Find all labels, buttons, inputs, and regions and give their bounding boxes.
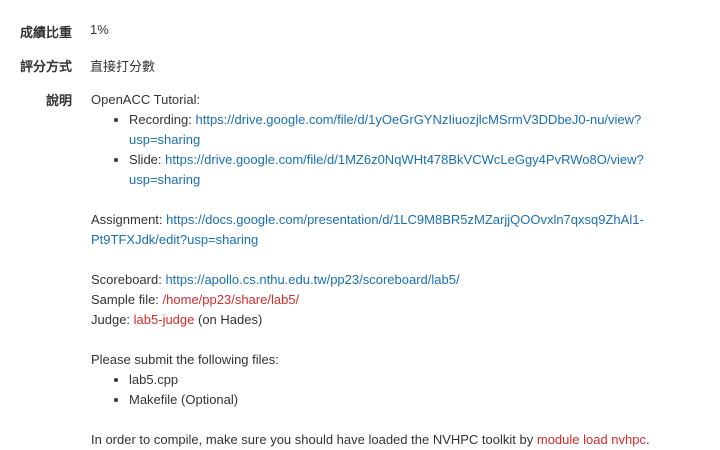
judge-command: lab5-judge [133,312,195,327]
slide-link-line2: usp=sharing [129,172,201,187]
recording-item: Recording: https://drive.google.com/file… [129,110,711,150]
judge-suffix: (on Hades) [194,312,263,327]
assignment-link-line1: https://docs.google.com/presentation/d/1… [166,212,644,227]
slide-item: Slide: https://drive.google.com/file/d/1… [129,150,711,190]
recording-link-line1: https://drive.google.com/file/d/1yOeGrGY… [195,112,642,127]
compile-command: module load nvhpc [536,432,646,447]
weight-value: 1% [90,22,109,37]
desc-row: 說明 [0,90,72,109]
sample-file-line: Sample file: /home/pp23/share/lab5/ [91,290,711,310]
grading-value: 直接打分數 [90,59,156,74]
assignment-line: Assignment: https://docs.google.com/pres… [91,210,711,250]
tutorial-list: Recording: https://drive.google.com/file… [91,110,711,190]
submit-files-list: lab5.cpp Makefile (Optional) [91,370,711,410]
compile-suffix: . [646,432,650,447]
weight-label: 成績比重 [19,25,72,40]
slide-label: Slide: [129,152,166,167]
slide-link[interactable]: https://drive.google.com/file/d/1MZ6z0Nq… [129,152,644,187]
recording-label: Recording: [129,112,196,127]
scoreboard-label: Scoreboard: [91,272,166,287]
sample-label: Sample file: [91,292,163,307]
scoreboard-line: Scoreboard: https://apollo.cs.nthu.edu.t… [91,270,711,290]
compile-prefix: In order to compile, make sure you shoul… [91,432,537,447]
submit-file-item: Makefile (Optional) [129,390,711,410]
submit-title: Please submit the following files: [91,352,279,367]
slide-link-line1: https://drive.google.com/file/d/1MZ6z0Nq… [165,152,644,167]
recording-link[interactable]: https://drive.google.com/file/d/1yOeGrGY… [129,112,641,147]
assignment-link[interactable]: https://docs.google.com/presentation/d/1… [91,212,644,247]
description-content: OpenACC Tutorial: Recording: https://dri… [91,90,711,450]
judge-line: Judge: lab5-judge (on Hades) [91,310,711,330]
sample-path: /home/pp23/share/lab5/ [162,292,300,307]
assignment-label: Assignment: [91,212,167,227]
tutorial-title: OpenACC Tutorial: [91,92,201,107]
grading-row: 評分方式 直接打分數 [0,56,155,75]
recording-link-line2: usp=sharing [129,132,201,147]
assignment-link-line2: Pt9TFXJdk/edit?usp=sharing [91,232,259,247]
scoreboard-link[interactable]: https://apollo.cs.nthu.edu.tw/pp23/score… [165,272,459,287]
judge-label: Judge: [91,312,134,327]
weight-row: 成績比重 1% [0,22,109,41]
submit-file-item: lab5.cpp [129,370,711,390]
desc-label: 說明 [45,93,72,108]
compile-line: In order to compile, make sure you shoul… [91,430,711,450]
grading-label: 評分方式 [19,59,72,74]
